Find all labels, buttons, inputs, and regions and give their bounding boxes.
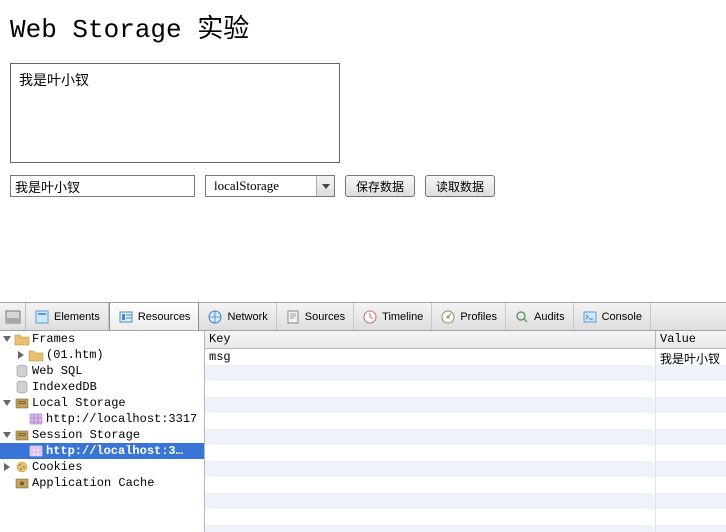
audits-icon bbox=[514, 309, 530, 325]
chevron-down-icon bbox=[2, 430, 12, 440]
display-box: 我是叶小钗 bbox=[10, 63, 340, 163]
tab-network[interactable]: Network bbox=[199, 303, 276, 330]
sources-icon bbox=[285, 309, 301, 325]
tab-resources[interactable]: Resources bbox=[109, 303, 200, 330]
dock-icon[interactable] bbox=[0, 303, 26, 330]
sidebar-item-localstorage[interactable]: Local Storage bbox=[0, 395, 204, 411]
header-value[interactable]: Value bbox=[656, 331, 726, 348]
sidebar-item-frames[interactable]: Frames bbox=[0, 331, 204, 347]
database-icon bbox=[14, 380, 30, 394]
profiles-icon bbox=[440, 309, 456, 325]
network-icon bbox=[207, 309, 223, 325]
resources-icon bbox=[118, 309, 134, 325]
table-header: Key Value bbox=[205, 331, 726, 349]
folder-icon bbox=[14, 332, 30, 346]
elements-icon bbox=[34, 309, 50, 325]
chevron-down-icon[interactable] bbox=[316, 176, 334, 196]
sidebar-item-cookies[interactable]: Cookies bbox=[0, 459, 204, 475]
chevron-down-icon bbox=[2, 398, 12, 408]
console-icon bbox=[582, 309, 598, 325]
page-title: Web Storage 实验 bbox=[10, 8, 716, 45]
tab-profiles[interactable]: Profiles bbox=[432, 303, 506, 330]
tab-audits[interactable]: Audits bbox=[506, 303, 574, 330]
sidebar-item-ss-origin[interactable]: http://localhost:3… bbox=[0, 443, 204, 459]
storage-select-value: localStorage bbox=[206, 178, 316, 194]
sidebar-item-sessionstorage[interactable]: Session Storage bbox=[0, 427, 204, 443]
storage-select[interactable]: localStorage bbox=[205, 175, 335, 197]
header-key[interactable]: Key bbox=[205, 331, 656, 348]
storage-icon bbox=[14, 428, 30, 442]
devtools-panel: Elements Resources Network Sources Timel… bbox=[0, 302, 726, 532]
sidebar-item-indexeddb[interactable]: IndexedDB bbox=[0, 379, 204, 395]
devtools-tabbar: Elements Resources Network Sources Timel… bbox=[0, 303, 726, 331]
sidebar-item-ls-origin[interactable]: http://localhost:3317 bbox=[0, 411, 204, 427]
sidebar-item-frame0[interactable]: (01.htm) bbox=[0, 347, 204, 363]
chevron-right-icon bbox=[16, 350, 26, 360]
table-row[interactable]: msg 我是叶小钗 bbox=[205, 349, 726, 365]
chevron-down-icon bbox=[2, 334, 12, 344]
grid-icon bbox=[28, 444, 44, 458]
timeline-icon bbox=[362, 309, 378, 325]
form-row: localStorage 保存数据 读取数据 bbox=[10, 175, 716, 197]
sidebar-item-appcache[interactable]: Application Cache bbox=[0, 475, 204, 491]
folder-icon bbox=[28, 348, 44, 362]
resources-sidebar: Frames (01.htm) Web SQL IndexedDB Local bbox=[0, 331, 205, 532]
chevron-right-icon bbox=[2, 462, 12, 472]
value-input[interactable] bbox=[10, 175, 195, 197]
database-icon bbox=[14, 364, 30, 378]
read-button[interactable]: 读取数据 bbox=[425, 175, 495, 197]
storage-icon bbox=[14, 396, 30, 410]
cookies-icon bbox=[14, 460, 30, 474]
grid-icon bbox=[28, 412, 44, 426]
save-button[interactable]: 保存数据 bbox=[345, 175, 415, 197]
tab-sources[interactable]: Sources bbox=[277, 303, 354, 330]
sidebar-item-websql[interactable]: Web SQL bbox=[0, 363, 204, 379]
table-body: msg 我是叶小钗 bbox=[205, 349, 726, 532]
appcache-icon bbox=[14, 476, 30, 490]
tab-console[interactable]: Console bbox=[574, 303, 651, 330]
tab-elements[interactable]: Elements bbox=[26, 303, 109, 330]
tab-timeline[interactable]: Timeline bbox=[354, 303, 432, 330]
storage-table: Key Value msg 我是叶小钗 bbox=[205, 331, 726, 532]
